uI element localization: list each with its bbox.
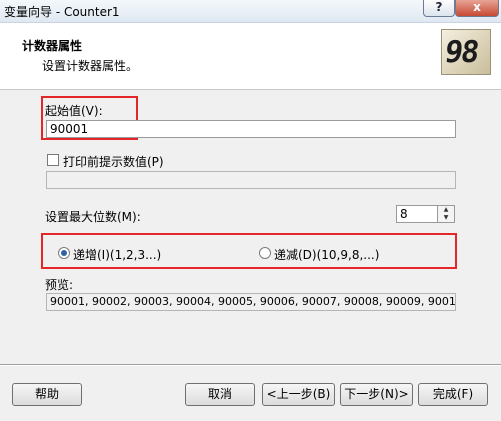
page-subtitle: 设置计数器属性。 xyxy=(42,59,139,73)
preview-field: 90001, 90002, 90003, 90004, 90005, 90006… xyxy=(46,293,456,311)
decrement-radio[interactable] xyxy=(259,247,271,259)
cancel-button[interactable]: 取消 xyxy=(185,383,255,406)
print-prompt-checkbox[interactable] xyxy=(47,154,59,166)
divider xyxy=(0,364,501,366)
counter-logo-digits: 98 xyxy=(442,35,480,70)
increment-radio[interactable] xyxy=(58,247,70,259)
back-button[interactable]: <上一步(B) xyxy=(262,383,335,406)
counter-logo-icon: 98 xyxy=(441,29,491,75)
next-button[interactable]: 下一步(N)> xyxy=(340,383,413,406)
spin-up-icon[interactable]: ▲ xyxy=(438,206,454,214)
help-icon[interactable]: ? xyxy=(423,0,455,17)
start-value-label: 起始值(V): xyxy=(45,104,103,118)
close-icon[interactable]: x xyxy=(455,0,499,17)
title-bar: 变量向导 - Counter1 ? x xyxy=(0,0,501,23)
print-prompt-label: 打印前提示数值(P) xyxy=(63,155,164,169)
max-digits-spinner[interactable]: ▲ ▼ xyxy=(438,205,455,223)
spin-down-icon[interactable]: ▼ xyxy=(438,214,454,222)
max-digits-input[interactable]: 8 xyxy=(396,205,438,223)
max-digits-label: 设置最大位数(M): xyxy=(45,210,141,224)
print-prompt-input xyxy=(46,171,456,189)
wizard-header: 计数器属性 设置计数器属性。 98 xyxy=(0,23,501,90)
preview-label: 预览: xyxy=(45,278,74,292)
start-value-input[interactable]: 90001 xyxy=(46,120,456,138)
page-title: 计数器属性 xyxy=(22,39,83,53)
increment-label: 递增(I)(1,2,3...) xyxy=(73,248,162,262)
window-title: 变量向导 - Counter1 xyxy=(4,5,120,19)
help-button[interactable]: 帮助 xyxy=(12,383,82,406)
decrement-label: 递减(D)(10,9,8,...) xyxy=(274,248,380,262)
finish-button[interactable]: 完成(F) xyxy=(418,383,488,406)
